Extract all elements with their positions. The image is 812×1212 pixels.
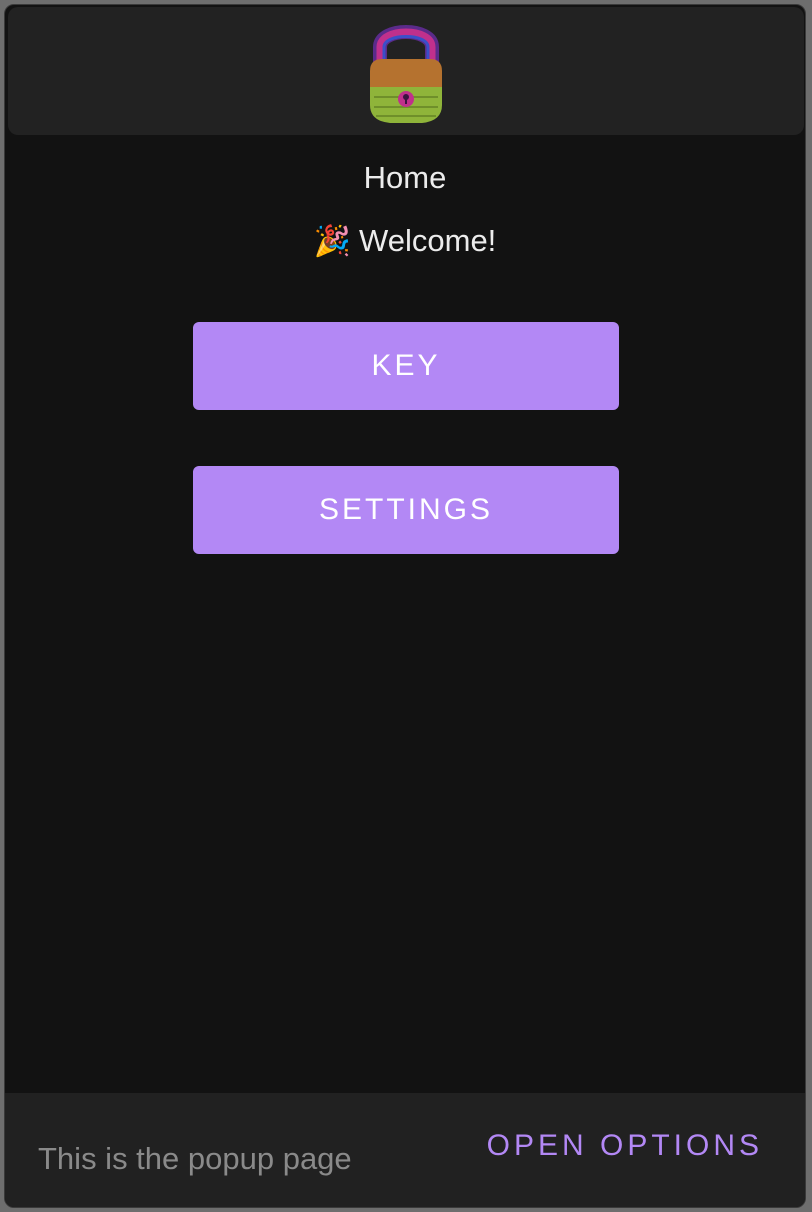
padlock-icon [366,19,446,125]
page-title: Home [363,160,447,195]
header [8,7,804,135]
footer: This is the popup page OPEN OPTIONS [5,1093,805,1207]
key-button[interactable]: KEY [193,322,619,410]
welcome-text: Welcome! [359,223,497,258]
settings-button[interactable]: SETTINGS [193,466,619,554]
open-options-link[interactable]: OPEN OPTIONS [487,1129,763,1163]
welcome-message: 🎉 Welcome! [5,223,805,259]
footer-text: This is the popup page [38,1141,352,1176]
popup-window: Home 🎉 Welcome! KEY SETTINGS This is the … [4,4,806,1208]
party-popper-icon: 🎉 [313,225,352,258]
